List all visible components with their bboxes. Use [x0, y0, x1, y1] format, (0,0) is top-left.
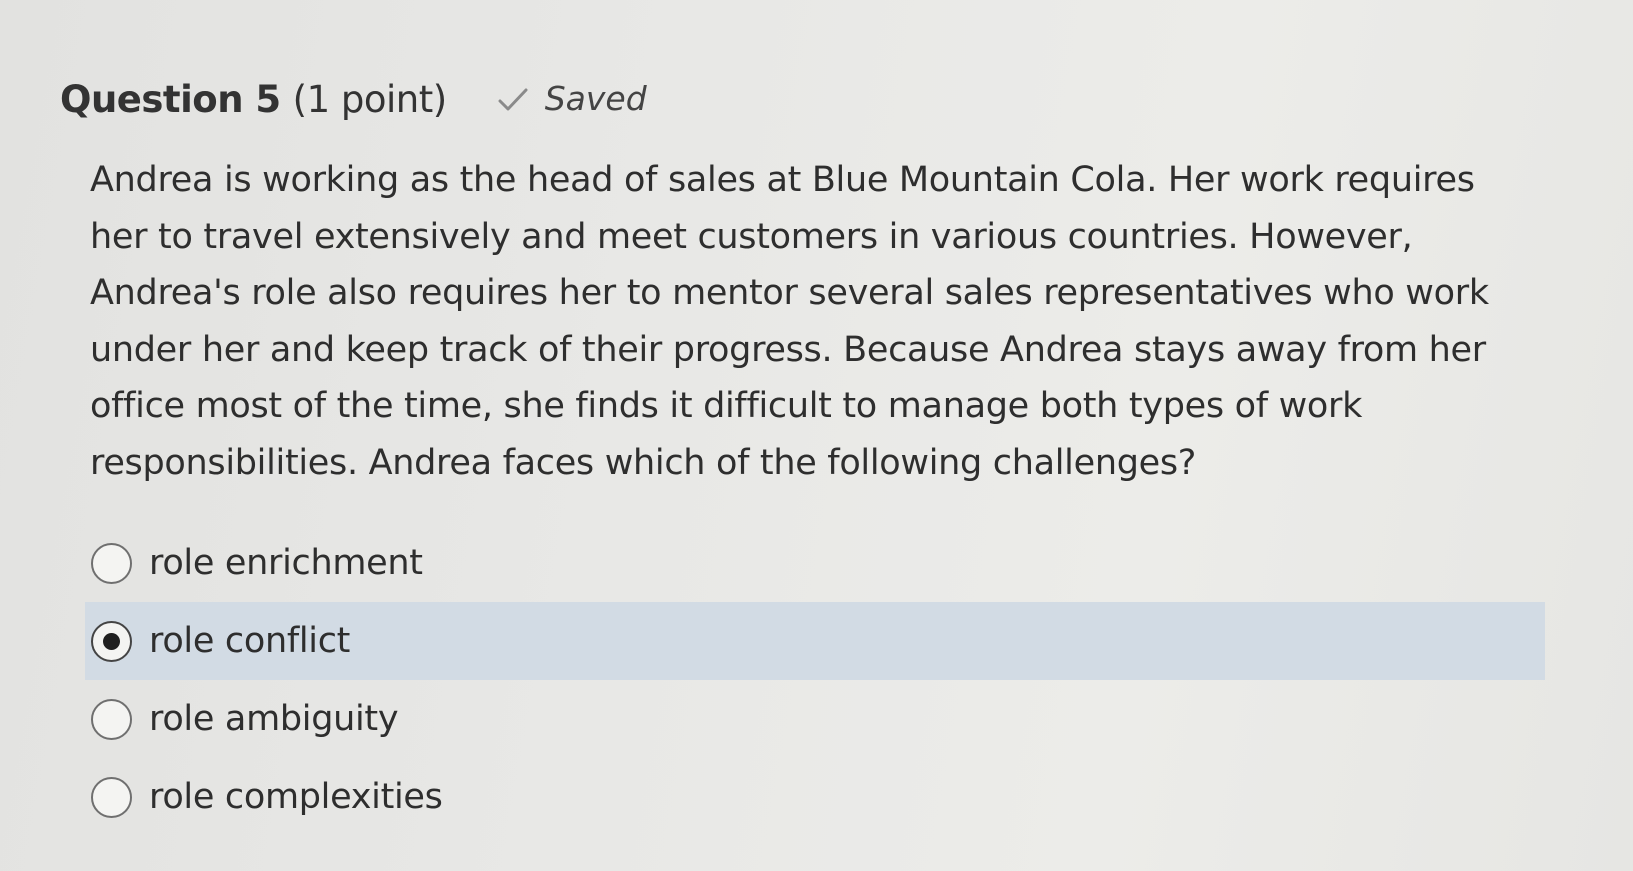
- radio-button[interactable]: [91, 698, 132, 740]
- saved-label: Saved: [544, 78, 647, 118]
- question-card: Question 5 (1 point) Saved Andrea is wor…: [0, 0, 1633, 871]
- radio-button[interactable]: [91, 776, 132, 818]
- saved-status: Saved: [497, 79, 647, 118]
- option-role-ambiguity[interactable]: role ambiguity: [85, 680, 1545, 758]
- option-role-enrichment[interactable]: role enrichment: [85, 524, 1545, 602]
- option-label: role ambiguity: [149, 699, 399, 739]
- radio-dot: [103, 632, 120, 650]
- question-header: Question 5 (1 point) Saved: [60, 78, 647, 121]
- option-label: role conflict: [149, 621, 351, 661]
- radio-button[interactable]: [91, 542, 132, 584]
- question-title: Question 5: [60, 78, 281, 121]
- option-role-conflict[interactable]: role conflict: [85, 602, 1545, 680]
- option-role-complexities[interactable]: role complexities: [85, 758, 1545, 836]
- question-points: (1 point): [292, 78, 448, 121]
- radio-button-selected[interactable]: [91, 620, 132, 662]
- option-label: role enrichment: [149, 543, 423, 583]
- option-label: role complexities: [149, 777, 443, 817]
- checkmark-icon: [497, 86, 529, 114]
- answer-options: role enrichment role conflict role ambig…: [85, 524, 1545, 836]
- question-text: Andrea is working as the head of sales a…: [90, 160, 1489, 483]
